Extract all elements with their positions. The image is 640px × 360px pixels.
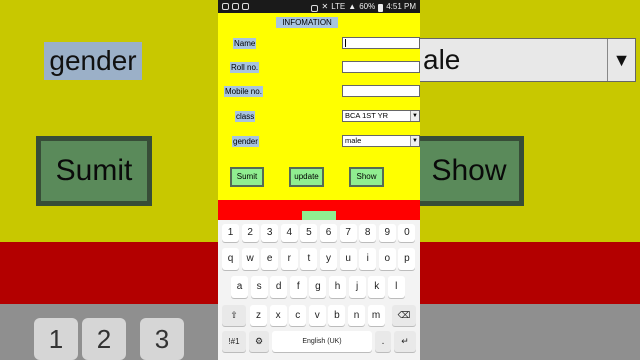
key-o[interactable]: o [378,248,396,270]
chevron-down-icon: ▼ [410,136,419,146]
background-gender-select: ale ▼ [412,38,636,82]
background-key-2: 2 [82,318,126,360]
key-0[interactable]: 0 [398,224,416,242]
key-h[interactable]: h [329,276,346,298]
key-k[interactable]: k [368,276,386,298]
key-e[interactable]: e [261,248,279,270]
background-sumit-button: Sumit [36,136,152,206]
key-c[interactable]: c [289,305,307,326]
gender-select[interactable]: male ▼ [342,135,420,147]
show-button[interactable]: Show [349,167,384,187]
key-s[interactable]: s [250,276,268,298]
name-label: Name [233,38,257,49]
class-select-value: BCA 1ST YR [345,111,389,120]
enter-arrow-icon: ↵ [401,336,409,346]
name-input[interactable] [342,37,420,49]
download-icon [242,3,249,10]
mobile-no-label: Mobile no. [224,86,263,97]
key-6[interactable]: 6 [320,224,337,242]
backspace-key[interactable]: ⌫ [392,305,416,326]
background-key-3: 3 [140,318,184,360]
notification-icon [222,3,229,10]
background-key-1: 1 [34,318,78,360]
key-y[interactable]: y [320,248,337,270]
roll-no-input[interactable] [342,61,420,73]
key-f[interactable]: f [289,276,307,298]
signal-icon: ▲ [348,2,357,11]
key-1[interactable]: 1 [222,224,239,242]
information-form: INFOMATION Name Roll no. Mobile no. clas… [218,13,420,200]
gender-label: gender [232,136,259,147]
shift-arrow-icon: ⇧ [230,310,238,320]
class-label: class [235,111,256,122]
mobile-no-input[interactable] [342,85,420,97]
shift-key[interactable]: ⇧ [222,305,246,326]
roll-no-label: Roll no. [230,62,260,73]
soft-keyboard: 1234567890 qwertyuiop asdfghjkl zxcvbnm … [218,220,420,360]
key-i[interactable]: i [359,248,377,270]
key-d[interactable]: d [270,276,288,298]
phone-screen: ✕ LTE ▲ 60% 4:51 PM INFOMATION Name Roll… [218,0,420,360]
key-2[interactable]: 2 [241,224,259,242]
key-a[interactable]: a [231,276,248,298]
key-3[interactable]: 3 [261,224,279,242]
key-u[interactable]: u [339,248,357,270]
key-z[interactable]: z [250,305,267,326]
backspace-icon: ⌫ [397,310,411,320]
sumit-button[interactable]: Sumit [230,167,264,187]
background-select-value: ale [423,44,461,75]
key-l[interactable]: l [387,276,405,298]
form-title: INFOMATION [276,17,338,28]
symbols-key[interactable]: !#1 [222,331,246,352]
enter-key[interactable]: ↵ [394,331,416,352]
key-8[interactable]: 8 [359,224,377,242]
key-p[interactable]: p [398,248,416,270]
key-x[interactable]: x [269,305,287,326]
mute-icon: ✕ [321,2,329,11]
text-cursor [345,39,346,47]
key-w[interactable]: w [241,248,259,270]
space-bar[interactable]: English (UK) [272,331,372,352]
period-key[interactable]: . [375,331,391,352]
key-t[interactable]: t [300,248,318,270]
network-label: LTE [331,2,346,11]
key-4[interactable]: 4 [280,224,298,242]
key-5[interactable]: 5 [300,224,318,242]
gender-select-value: male [345,136,362,145]
battery-percent: 60% [359,2,376,11]
key-v[interactable]: v [308,305,326,326]
background-show-button: Show [414,136,524,206]
key-n[interactable]: n [348,305,365,326]
key-r[interactable]: r [280,248,298,270]
clock: 4:51 PM [386,2,416,11]
key-j[interactable]: j [348,276,366,298]
battery-icon [378,3,384,12]
key-7[interactable]: 7 [339,224,357,242]
key-b[interactable]: b [328,305,346,326]
cast-icon [311,4,319,12]
key-m[interactable]: m [367,305,385,326]
background-select-arrow-icon: ▼ [607,39,635,81]
key-q[interactable]: q [222,248,239,270]
sync-icon [232,3,239,10]
settings-gear-icon: ⚙ [254,336,264,346]
class-select[interactable]: BCA 1ST YR ▼ [342,110,420,122]
status-bar: ✕ LTE ▲ 60% 4:51 PM [218,0,420,13]
key-g[interactable]: g [309,276,327,298]
chevron-down-icon: ▼ [410,111,419,121]
background-gender-label: gender [44,42,142,80]
settings-key[interactable]: ⚙ [249,331,269,352]
update-button[interactable]: update [289,167,324,187]
key-9[interactable]: 9 [378,224,396,242]
